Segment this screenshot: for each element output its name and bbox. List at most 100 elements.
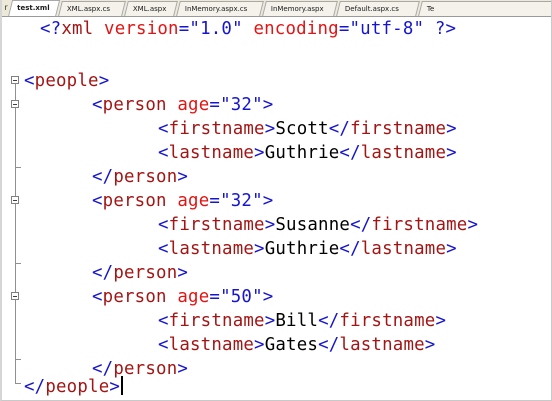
- code-editor[interactable]: <?xml version="1.0" encoding="utf-8" ?> …: [2, 17, 551, 400]
- element-text: Gates: [264, 335, 319, 355]
- xml-decl-attr-encoding: encoding: [253, 19, 339, 39]
- code-line-people-open: <people>: [24, 69, 109, 93]
- attr-eq: =: [209, 95, 221, 115]
- xml-decl-val-encoding: "utf-8": [349, 19, 425, 39]
- collapse-people-icon[interactable]: [11, 76, 19, 84]
- tag-close: >: [264, 119, 276, 139]
- code-line-lastname: <lastname>Guthrie</lastname>: [158, 141, 457, 165]
- tab-label: XML.aspx: [132, 5, 167, 13]
- tag-name: firstname: [371, 215, 468, 235]
- end-tag-open: </: [339, 143, 361, 163]
- end-tag-open: </: [318, 335, 340, 355]
- tag-name: lastname: [339, 335, 425, 355]
- tag-close: >: [177, 263, 189, 283]
- attr-value: "50": [220, 287, 263, 307]
- element-text: Susanne: [275, 215, 351, 235]
- attr-eq: =: [209, 191, 221, 211]
- tag-open: <: [158, 119, 169, 139]
- tag-name: people: [45, 377, 110, 397]
- code-line-lastname: <lastname>Gates</lastname>: [158, 333, 435, 357]
- outline-end-tick: [15, 383, 21, 384]
- xml-decl-open: <?: [40, 19, 62, 39]
- xml-decl-val-version: "1.0": [189, 19, 243, 39]
- tag-close: >: [177, 167, 189, 187]
- element-text: Guthrie: [264, 143, 340, 163]
- code-line-firstname: <firstname>Susanne</firstname>: [158, 213, 478, 237]
- code-line-person-open: <person age="50">: [92, 285, 273, 309]
- tag-close: >: [262, 287, 274, 307]
- tag-name: lastname: [360, 143, 447, 163]
- element-text: Bill: [275, 311, 319, 331]
- tag-name: firstname: [168, 119, 265, 139]
- xml-decl-close: ?>: [434, 19, 457, 39]
- tag-open: <: [158, 239, 169, 259]
- end-tag-open: </: [318, 311, 340, 331]
- tab-label: XML.aspx.cs: [66, 5, 111, 13]
- outline-end-tick: [15, 263, 21, 264]
- tab-label: Te: [426, 5, 435, 13]
- collapse-person-3-icon[interactable]: [11, 292, 19, 300]
- text-caret: [121, 376, 123, 395]
- tab-inmemory-aspx-cs[interactable]: InMemory.aspx.cs: [176, 1, 264, 16]
- collapse-person-2-icon[interactable]: [11, 196, 19, 204]
- tag-name: person: [113, 359, 178, 379]
- code-line-person-close: </person>: [92, 165, 188, 189]
- outlining-gutter: [4, 17, 24, 400]
- tag-open: <: [24, 71, 35, 91]
- tag-close: >: [435, 311, 447, 331]
- code-line-lastname: <lastname>Guthrie</lastname>: [158, 237, 457, 261]
- tag-close: >: [262, 191, 274, 211]
- end-tag-open: </: [339, 239, 361, 259]
- element-text: Scott: [275, 119, 329, 139]
- tag-open: <: [158, 335, 169, 355]
- code-line-person-close: </person>: [92, 261, 188, 285]
- code-line-firstname: <firstname>Bill</firstname>: [158, 309, 446, 333]
- end-tag-open: </: [350, 215, 372, 235]
- tag-name: person: [113, 167, 178, 187]
- code-line-people-close: </people>: [24, 375, 123, 399]
- tag-close: >: [177, 359, 189, 379]
- tag-close: >: [254, 239, 265, 259]
- tag-close: >: [467, 215, 479, 235]
- tag-name: people: [34, 71, 99, 91]
- xml-decl-eq: =: [338, 19, 350, 39]
- tag-close: >: [254, 335, 265, 355]
- tag-open: <: [158, 311, 169, 331]
- attr-name: age: [177, 287, 210, 307]
- end-tag-open: </: [328, 119, 351, 139]
- tab-xml-aspx-cs[interactable]: XML.aspx.cs: [58, 1, 126, 16]
- tab-te[interactable]: Te: [418, 1, 551, 16]
- code-line-person-open: <person age="32">: [92, 93, 273, 117]
- tag-name: firstname: [339, 311, 436, 331]
- tag-name: firstname: [168, 215, 265, 235]
- attr-name: age: [177, 95, 210, 115]
- tag-open: <: [158, 143, 169, 163]
- tag-close: >: [264, 311, 276, 331]
- code-line-person-open: <person age="32">: [92, 189, 273, 213]
- tag-name: firstname: [168, 311, 265, 331]
- code-line-firstname: <firstname>Scott</firstname>: [158, 117, 457, 141]
- tag-name: firstname: [350, 119, 447, 139]
- tag-name: lastname: [360, 239, 447, 259]
- tab-inmemory-aspx[interactable]: InMemory.aspx: [262, 1, 338, 16]
- tag-open: <: [92, 95, 103, 115]
- document-tab-strip: r test.xml XML.aspx.cs XML.aspx InMemory…: [2, 0, 551, 17]
- tab-test-xml[interactable]: test.xml: [7, 0, 61, 16]
- tag-close: >: [424, 335, 436, 355]
- attr-value: "32": [220, 95, 263, 115]
- xml-decl-eq: =: [178, 19, 190, 39]
- tag-name: person: [102, 95, 167, 115]
- outline-guide: [15, 84, 16, 383]
- tag-open: <: [92, 191, 103, 211]
- tab-xml-aspx[interactable]: XML.aspx: [124, 1, 178, 16]
- outline-end-tick: [15, 359, 21, 360]
- tag-open: <: [158, 215, 169, 235]
- tag-close: >: [262, 95, 274, 115]
- collapse-person-1-icon[interactable]: [11, 100, 19, 108]
- outline-end-tick: [15, 167, 21, 168]
- tab-default-aspx-cs[interactable]: Default.aspx.cs: [336, 1, 420, 16]
- xml-editor-window: r test.xml XML.aspx.cs XML.aspx InMemory…: [0, 0, 552, 401]
- tag-close: >: [446, 239, 457, 259]
- tag-close: >: [264, 215, 276, 235]
- tab-label: InMemory.aspx.cs: [184, 5, 248, 13]
